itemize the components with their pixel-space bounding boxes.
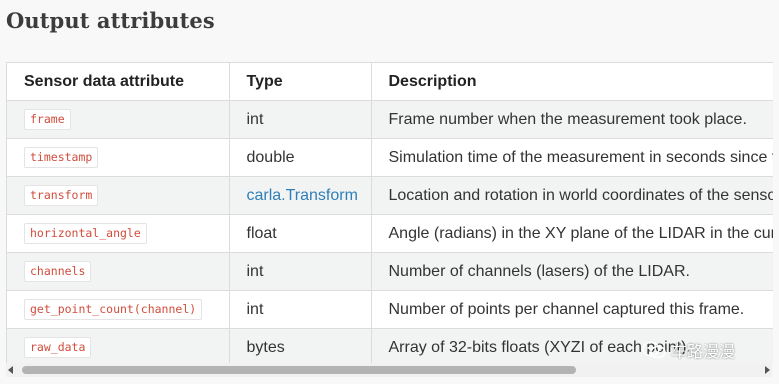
attribute-cell: channels bbox=[7, 252, 230, 291]
output-attributes-table: Sensor data attribute Type Description f… bbox=[7, 63, 773, 364]
attribute-code: timestamp bbox=[24, 147, 99, 168]
table-row: frame int Frame number when the measurem… bbox=[7, 100, 773, 139]
header-type: Type bbox=[229, 63, 372, 101]
description-cell: Frame number when the measurement took p… bbox=[371, 100, 773, 139]
attribute-code: frame bbox=[24, 109, 71, 130]
attribute-code: horizontal_angle bbox=[24, 223, 147, 244]
attribute-cell: frame bbox=[7, 100, 230, 139]
type-cell: float bbox=[229, 214, 372, 253]
description-cell: Number of points per channel captured th… bbox=[371, 290, 773, 329]
watermark-text: 车路漫漫 bbox=[671, 342, 736, 361]
attribute-code: raw_data bbox=[24, 337, 92, 358]
table-row: horizontal_angle float Angle (radians) i… bbox=[7, 214, 773, 253]
horizontal-scrollbar[interactable] bbox=[6, 363, 772, 377]
table-row: transform carla.Transform Location and r… bbox=[7, 176, 773, 215]
description-cell: Location and rotation in world coordinat… bbox=[371, 176, 773, 215]
type-cell: int bbox=[229, 252, 372, 291]
type-cell: int bbox=[229, 290, 372, 329]
attribute-cell: timestamp bbox=[7, 138, 230, 177]
scrollbar-thumb[interactable] bbox=[22, 366, 576, 374]
type-cell: double bbox=[229, 138, 372, 177]
attribute-code: transform bbox=[24, 185, 99, 206]
attribute-code: channels bbox=[24, 261, 92, 282]
type-link-carla-transform[interactable]: carla.Transform bbox=[247, 187, 358, 204]
table-header-row: Sensor data attribute Type Description bbox=[7, 63, 773, 101]
header-description: Description bbox=[371, 63, 773, 101]
table-container[interactable]: Sensor data attribute Type Description f… bbox=[6, 62, 773, 364]
table-row: channels int Number of channels (lasers)… bbox=[7, 252, 773, 291]
scroll-left-arrow-icon[interactable] bbox=[8, 366, 13, 374]
section-title: Output attributes bbox=[6, 8, 215, 33]
attribute-code: get_point_count(channel) bbox=[24, 299, 203, 320]
attribute-cell: raw_data bbox=[7, 328, 230, 364]
type-cell: carla.Transform bbox=[229, 176, 372, 215]
description-cell: Angle (radians) in the XY plane of the L… bbox=[371, 214, 773, 253]
type-cell: int bbox=[229, 100, 372, 139]
table-row: get_point_count(channel) int Number of p… bbox=[7, 290, 773, 329]
watermark: 车路漫漫 bbox=[641, 339, 735, 361]
type-cell: bytes bbox=[229, 328, 372, 364]
description-cell: Simulation time of the measurement in se… bbox=[371, 138, 773, 177]
description-cell: Number of channels (lasers) of the LIDAR… bbox=[371, 252, 773, 291]
header-sensor-data-attribute: Sensor data attribute bbox=[7, 63, 230, 101]
attribute-cell: transform bbox=[7, 176, 230, 215]
wechat-icon bbox=[642, 341, 666, 359]
scroll-right-arrow-icon[interactable] bbox=[765, 366, 770, 374]
attribute-cell: horizontal_angle bbox=[7, 214, 230, 253]
table-row: timestamp double Simulation time of the … bbox=[7, 138, 773, 177]
attribute-cell: get_point_count(channel) bbox=[7, 290, 230, 329]
